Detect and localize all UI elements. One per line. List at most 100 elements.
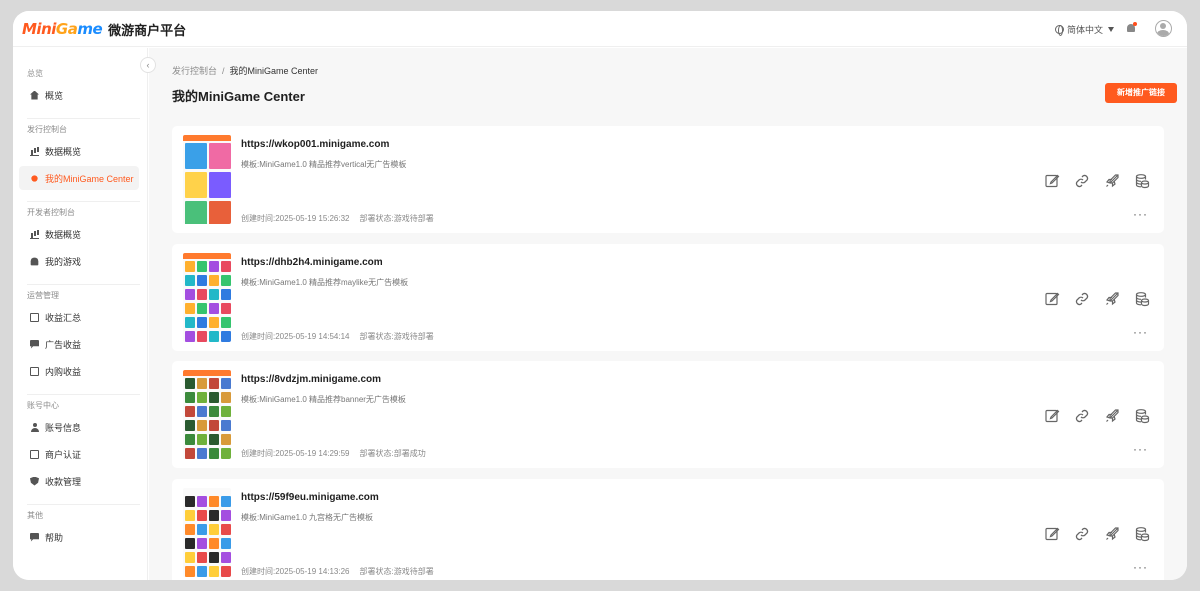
user-avatar[interactable] bbox=[1155, 20, 1172, 37]
coins-icon[interactable] bbox=[1134, 173, 1150, 189]
edit-icon[interactable] bbox=[1044, 526, 1060, 542]
sidebar-item[interactable]: 概览 bbox=[19, 83, 139, 107]
sidebar-item-label: 我的游戏 bbox=[45, 256, 82, 267]
more-options-icon[interactable]: ··· bbox=[1133, 207, 1148, 221]
more-options-icon[interactable]: ··· bbox=[1133, 560, 1148, 574]
platform-name: 微游商户平台 bbox=[108, 22, 187, 38]
notification-bell-icon[interactable] bbox=[1126, 22, 1137, 34]
bar-chart-icon bbox=[30, 230, 39, 239]
sidebar-item[interactable]: 收款管理 bbox=[19, 469, 139, 493]
document-icon bbox=[30, 366, 39, 376]
coins-icon[interactable] bbox=[1134, 408, 1150, 424]
sidebar-item[interactable]: 数据概览 bbox=[19, 222, 139, 246]
user-icon bbox=[30, 422, 39, 432]
logo-text: MiniGame bbox=[22, 20, 103, 38]
sidebar-group-title: 总览 bbox=[27, 69, 43, 78]
sidebar-group-title: 开发者控制台 bbox=[27, 208, 75, 217]
sidebar-item[interactable]: 账号信息 bbox=[19, 415, 139, 439]
card-actions bbox=[1044, 408, 1150, 424]
link-icon[interactable] bbox=[1074, 173, 1090, 189]
edit-icon[interactable] bbox=[1044, 173, 1060, 189]
sidebar-item[interactable]: 我的MiniGame Center bbox=[19, 166, 139, 190]
more-options-icon[interactable]: ··· bbox=[1133, 325, 1148, 339]
card-meta: 创建时间:2025-05-19 14:54:14 部署状态:游戏待部署 bbox=[241, 331, 434, 342]
promo-link-card[interactable]: https://59f9eu.minigame.com 模板:MiniGame1.… bbox=[172, 478, 1164, 580]
sidebar-item[interactable]: 商户认证 bbox=[19, 442, 139, 466]
promo-url[interactable]: https://dhb2h4.minigame.com bbox=[241, 257, 383, 268]
app-window: MiniGame 微游商户平台 简体中文 总览 概览 发行控制台 数据概览 我的Mini… bbox=[13, 11, 1187, 580]
rocket-icon[interactable] bbox=[1104, 173, 1120, 189]
globe-icon bbox=[1054, 25, 1064, 36]
share-icon bbox=[31, 174, 38, 182]
card-meta: 创建时间:2025-05-19 14:29:59 部署状态:部署成功 bbox=[241, 448, 426, 459]
template-name: 模板:MiniGame1.0 精品推荐maylike无广告模板 bbox=[241, 277, 409, 287]
card-meta: 创建时间:2025-05-19 15:26:32 部署状态:游戏待部署 bbox=[241, 213, 434, 224]
main-content: 发行控制台 / 我的MiniGame Center 我的MiniGame Cente… bbox=[149, 48, 1187, 580]
sidebar-item-label: 收益汇总 bbox=[45, 312, 82, 323]
language-selector[interactable]: 简体中文 bbox=[1054, 23, 1114, 36]
bar-chart-icon bbox=[30, 147, 39, 156]
card-meta: 创建时间:2025-05-19 14:13:26 部署状态:游戏待部署 bbox=[241, 566, 434, 577]
add-promo-link-button[interactable]: 新增推广链接 bbox=[1105, 83, 1177, 103]
logo[interactable]: MiniGame 微游商户平台 bbox=[22, 20, 186, 38]
more-options-icon[interactable]: ··· bbox=[1133, 442, 1148, 456]
language-label: 简体中文 bbox=[1066, 25, 1103, 35]
sidebar-group-title: 运营管理 bbox=[27, 291, 59, 300]
coins-icon[interactable] bbox=[1134, 526, 1150, 542]
sidebar-item[interactable]: 数据概览 bbox=[19, 139, 139, 163]
sidebar-item-label: 收款管理 bbox=[45, 476, 82, 487]
rocket-icon[interactable] bbox=[1104, 408, 1120, 424]
card-actions bbox=[1044, 173, 1150, 189]
sidebar-collapse-button[interactable]: ‹ bbox=[140, 57, 156, 73]
message-icon bbox=[30, 532, 39, 542]
sidebar-item[interactable]: 我的游戏 bbox=[19, 249, 139, 273]
template-name: 模板:MiniGame1.0 精品推荐banner无广告模板 bbox=[241, 395, 406, 404]
created-time: 创建时间:2025-05-19 14:29:59 bbox=[241, 449, 350, 458]
promo-link-card[interactable]: https://8vdzjm.minigame.com 模板:MiniGame1.… bbox=[172, 361, 1164, 468]
document-icon bbox=[30, 312, 39, 322]
deploy-status: 部署状态:游戏待部署 bbox=[359, 566, 434, 576]
link-icon[interactable] bbox=[1074, 291, 1090, 307]
home-icon bbox=[30, 90, 39, 100]
bell-icon bbox=[30, 257, 39, 265]
deploy-status: 部署状态:部署成功 bbox=[359, 449, 426, 458]
promo-link-card[interactable]: https://dhb2h4.minigame.com 模板:MiniGame1.… bbox=[172, 243, 1164, 351]
rocket-icon[interactable] bbox=[1104, 526, 1120, 542]
template-thumbnail bbox=[183, 252, 231, 342]
deploy-status: 部署状态:游戏待部署 bbox=[359, 214, 434, 223]
sidebar-item-label: 帮助 bbox=[45, 532, 64, 543]
sidebar-item[interactable]: 帮助 bbox=[19, 525, 139, 549]
card-actions bbox=[1044, 526, 1150, 542]
chevron-down-icon bbox=[1108, 27, 1114, 32]
sidebar-item[interactable]: 内购收益 bbox=[19, 359, 139, 383]
card-actions bbox=[1044, 291, 1150, 307]
sidebar: 总览 概览 发行控制台 数据概览 我的MiniGame Center 开发者控制台 数据概览… bbox=[13, 48, 148, 580]
promo-url[interactable]: https://59f9eu.minigame.com bbox=[241, 492, 379, 503]
sidebar-divider bbox=[27, 284, 140, 285]
sidebar-item[interactable]: 广告收益 bbox=[19, 332, 139, 356]
template-name: 模板:MiniGame1.0 精品推荐vertical无广告模板 bbox=[241, 160, 407, 169]
promo-link-card[interactable]: https://wkop001.minigame.com 模板:MiniGame1… bbox=[172, 126, 1164, 233]
link-icon[interactable] bbox=[1074, 526, 1090, 542]
edit-icon[interactable] bbox=[1044, 408, 1060, 424]
coins-icon[interactable] bbox=[1134, 291, 1150, 307]
breadcrumb-parent[interactable]: 发行控制台 bbox=[172, 66, 217, 76]
sidebar-divider bbox=[27, 394, 140, 395]
sidebar-item[interactable]: 收益汇总 bbox=[19, 305, 139, 329]
sidebar-group-title: 账号中心 bbox=[27, 401, 59, 410]
edit-icon[interactable] bbox=[1044, 291, 1060, 307]
created-time: 创建时间:2025-05-19 14:54:14 bbox=[241, 331, 350, 341]
logo-part-1: Mini bbox=[22, 20, 56, 38]
template-thumbnail bbox=[183, 487, 231, 577]
sidebar-item-label: 账号信息 bbox=[45, 422, 82, 433]
breadcrumb: 发行控制台 / 我的MiniGame Center bbox=[172, 64, 318, 77]
message-icon bbox=[30, 339, 39, 349]
link-icon[interactable] bbox=[1074, 408, 1090, 424]
logo-part-3: me bbox=[77, 20, 103, 38]
breadcrumb-separator: / bbox=[222, 66, 225, 76]
promo-url[interactable]: https://8vdzjm.minigame.com bbox=[241, 374, 381, 385]
promo-url[interactable]: https://wkop001.minigame.com bbox=[241, 139, 389, 150]
rocket-icon[interactable] bbox=[1104, 291, 1120, 307]
logo-part-2: Ga bbox=[55, 20, 78, 38]
sidebar-divider bbox=[27, 504, 140, 505]
